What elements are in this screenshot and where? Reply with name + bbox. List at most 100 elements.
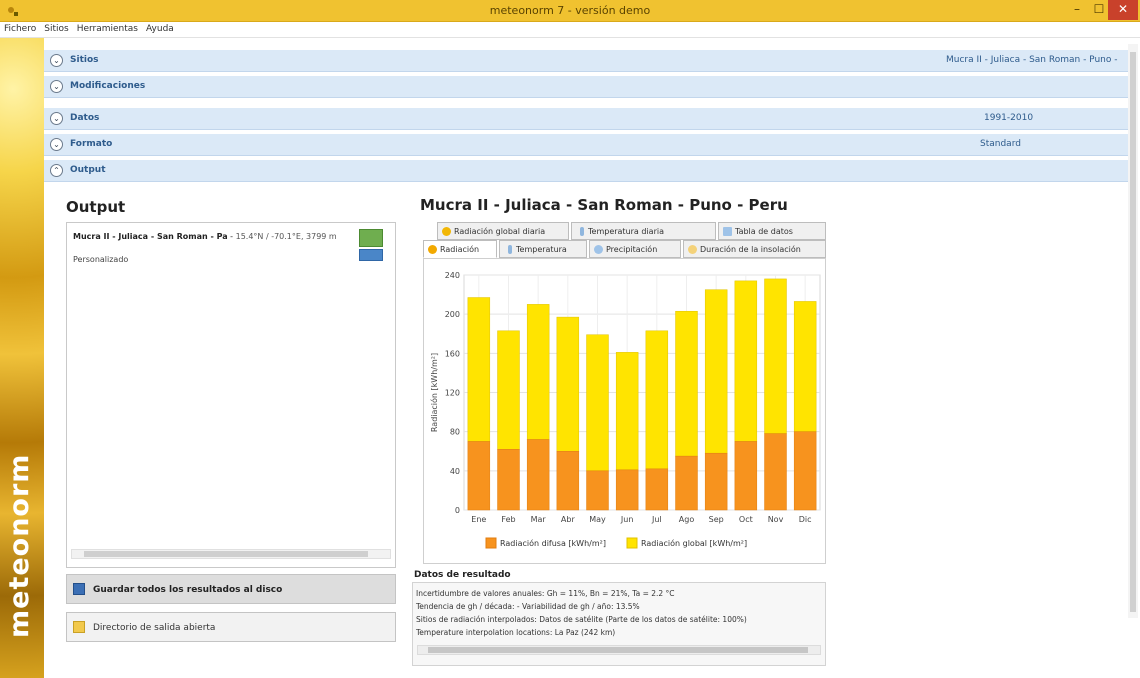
bar-diffuse — [497, 449, 520, 511]
legend-label-global: Radiación global [kWh/m²] — [641, 538, 747, 548]
bar-global — [675, 310, 698, 457]
window-title: meteonorm 7 - versión demo — [489, 4, 651, 17]
section-sitios[interactable]: ⌄ Sitios Mucra II - Juliaca - San Roman … — [44, 50, 1136, 72]
section-value: Standard — [980, 139, 1021, 149]
x-tick-label: May — [589, 515, 606, 524]
sun-icon — [442, 227, 451, 236]
tab-daily-temperature[interactable]: Temperatura diaria — [571, 222, 716, 240]
thermometer-icon — [580, 227, 584, 236]
bar-global — [586, 334, 609, 472]
legend-swatch-diffuse — [485, 537, 497, 549]
scrollbar-thumb[interactable] — [1130, 52, 1136, 612]
section-output[interactable]: ⌃ Output — [44, 160, 1136, 182]
chevron-up-icon[interactable]: ⌃ — [50, 164, 63, 177]
y-tick-label: 40 — [450, 467, 460, 476]
results-line: Incertidumbre de valores anuales: Gh = 1… — [416, 589, 675, 598]
horizontal-scrollbar[interactable] — [71, 549, 391, 559]
close-button[interactable]: ✕ — [1108, 0, 1138, 20]
vertical-scrollbar[interactable] — [1128, 44, 1138, 618]
tab-temperature[interactable]: Temperatura — [499, 240, 587, 258]
chevron-down-icon[interactable]: ⌄ — [50, 112, 63, 125]
section-modificaciones[interactable]: ⌄ Modificaciones — [44, 76, 1136, 98]
scrollbar-thumb[interactable] — [84, 551, 368, 557]
x-tick-label: Jun — [620, 515, 634, 524]
chevron-down-icon[interactable]: ⌄ — [50, 80, 63, 93]
tab-sunshine-duration[interactable]: Duración de la insolación — [683, 240, 826, 258]
tab-data-table[interactable]: Tabla de datos — [718, 222, 826, 240]
bar-global — [526, 304, 550, 440]
y-tick-label: 240 — [445, 271, 460, 280]
minimize-button[interactable]: – — [1066, 0, 1088, 20]
brand-wordmark: meteonorm — [4, 453, 35, 638]
bar-diffuse — [467, 441, 491, 511]
chevron-down-icon[interactable]: ⌄ — [50, 54, 63, 67]
results-line: Tendencia de gh / década: - Variabilidad… — [416, 602, 640, 611]
bar-global — [764, 278, 787, 434]
tab-precipitation[interactable]: Precipitación — [589, 240, 681, 258]
save-all-label: Guardar todos los resultados al disco — [93, 585, 283, 595]
x-tick-label: Sep — [709, 515, 724, 524]
site-name: Mucra II - Juliaca - San Roman - Pa — [73, 232, 228, 241]
legend-swatch-global — [626, 537, 638, 549]
radiation-chart: 0 40 80 120 160 200 240 Radiación [kWh/m²] Ene Fe… — [429, 271, 821, 549]
bar-global — [467, 297, 491, 442]
export-icon[interactable] — [359, 229, 383, 247]
section-label: Sitios — [70, 55, 99, 65]
open-directory-button[interactable]: Directorio de salida abierta — [66, 612, 396, 642]
bar-diffuse — [704, 452, 728, 511]
section-label: Formato — [70, 139, 113, 149]
scrollbar-thumb[interactable] — [428, 647, 808, 653]
tab-label: Duración de la insolación — [700, 245, 801, 254]
sun-icon — [428, 245, 437, 254]
tab-label: Tabla de datos — [735, 227, 793, 236]
save-all-button[interactable]: Guardar todos los resultados al disco — [66, 574, 396, 604]
section-datos[interactable]: ⌄ Datos 1991-2010 — [44, 108, 1136, 130]
bar-global — [615, 352, 639, 471]
save-icon — [73, 583, 85, 595]
x-tick-label: Jul — [651, 515, 662, 524]
x-tick-label: Abr — [561, 515, 576, 524]
x-tick-label: Oct — [739, 515, 753, 524]
menu-tools[interactable]: Herramientas — [73, 22, 142, 34]
bar-diffuse — [526, 439, 550, 511]
chart-panel: 0 40 80 120 160 200 240 Radiación [kWh/m²] Ene Fe… — [423, 258, 826, 564]
results-line: Sitios de radiación interpolados: Datos … — [416, 615, 747, 624]
section-formato[interactable]: ⌄ Formato Standard — [44, 134, 1136, 156]
tab-label: Radiación — [440, 245, 480, 254]
results-line: Temperature interpolation locations: La … — [416, 628, 616, 637]
bar-global — [645, 330, 669, 470]
results-box: Incertidumbre de valores anuales: Gh = 1… — [412, 582, 826, 666]
rain-icon — [594, 245, 603, 254]
menu-file[interactable]: Fichero — [0, 22, 40, 34]
brand-strip: meteonorm — [0, 38, 44, 678]
x-tick-label: Ago — [679, 515, 695, 524]
y-tick-label: 160 — [445, 349, 460, 358]
output-list: Mucra II - Juliaca - San Roman - Pa - 15… — [66, 222, 396, 568]
tab-label: Radiación global diaria — [454, 227, 546, 236]
section-value: Mucra II - Juliaca - San Roman - Puno - — [946, 55, 1118, 65]
bar-global — [734, 280, 758, 442]
menu-help[interactable]: Ayuda — [142, 22, 178, 34]
bar-diffuse — [645, 468, 669, 511]
bar-global — [556, 316, 580, 452]
list-item[interactable]: Mucra II - Juliaca - San Roman - Pa - 15… — [73, 232, 337, 241]
y-tick-label: 80 — [450, 428, 460, 437]
bar-diffuse — [734, 441, 758, 511]
chevron-down-icon[interactable]: ⌄ — [50, 138, 63, 151]
x-tick-label: Nov — [768, 515, 784, 524]
output-heading: Output — [66, 198, 126, 216]
menu-bar: Fichero Sitios Herramientas Ayuda — [0, 22, 1140, 38]
bar-diffuse — [793, 431, 817, 511]
horizontal-scrollbar[interactable] — [417, 645, 821, 655]
settings-icon[interactable] — [359, 249, 383, 261]
y-tick-label: 200 — [445, 310, 460, 319]
results-heading: Datos de resultado — [414, 570, 511, 580]
tab-label: Temperatura diaria — [588, 227, 664, 236]
format-label: Personalizado — [73, 255, 129, 264]
maximize-button[interactable]: ☐ — [1088, 0, 1110, 20]
tab-daily-global-radiation[interactable]: Radiación global diaria — [437, 222, 569, 240]
bar-diffuse — [556, 451, 580, 511]
menu-sites[interactable]: Sitios — [40, 22, 72, 34]
chart-heading: Mucra II - Juliaca - San Roman - Puno - … — [420, 196, 788, 214]
tab-radiation[interactable]: Radiación — [423, 240, 497, 258]
